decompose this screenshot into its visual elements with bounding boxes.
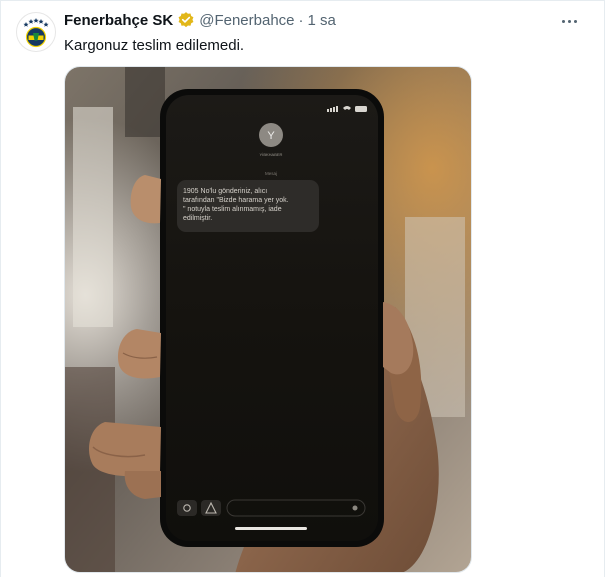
- more-options-icon[interactable]: [555, 9, 583, 33]
- tweet-card[interactable]: Fenerbahçe SK @Fenerbahce · 1 sa Kargonu…: [0, 0, 605, 577]
- divider-top: [0, 0, 605, 1]
- tweet-media[interactable]: Y YİBKHABER Mesaj 1905 No'lu gönderiniz,…: [64, 66, 472, 573]
- fenerbahce-logo-icon: [23, 18, 49, 48]
- timestamp[interactable]: 1 sa: [308, 12, 336, 29]
- tweet-header: Fenerbahçe SK @Fenerbahce · 1 sa: [64, 10, 336, 30]
- message-label: Mesaj: [265, 171, 277, 176]
- user-handle[interactable]: @Fenerbahce: [199, 12, 294, 29]
- tweet-text: Kargonuz teslim edilemedi.: [64, 37, 245, 54]
- divider-left: [0, 0, 1, 577]
- separator-dot: ·: [298, 11, 304, 29]
- contact-initial: Y: [267, 130, 275, 142]
- display-name[interactable]: Fenerbahçe SK: [64, 12, 173, 29]
- verified-badge-icon[interactable]: [177, 11, 195, 29]
- sms-line-1: 1905 No'lu gönderiniz, alıcı: [183, 188, 267, 195]
- contact-name: YİBKHABER: [260, 152, 283, 157]
- avatar[interactable]: [16, 12, 56, 52]
- sms-line-2: tarafından "Bizde harama yer yok.: [183, 197, 289, 204]
- sms-line-4: edilmiştir.: [183, 215, 212, 222]
- sms-line-3: " notuyla teslim alınmamış, iade: [183, 206, 282, 213]
- media-photo: Y YİBKHABER Mesaj 1905 No'lu gönderiniz,…: [65, 67, 471, 572]
